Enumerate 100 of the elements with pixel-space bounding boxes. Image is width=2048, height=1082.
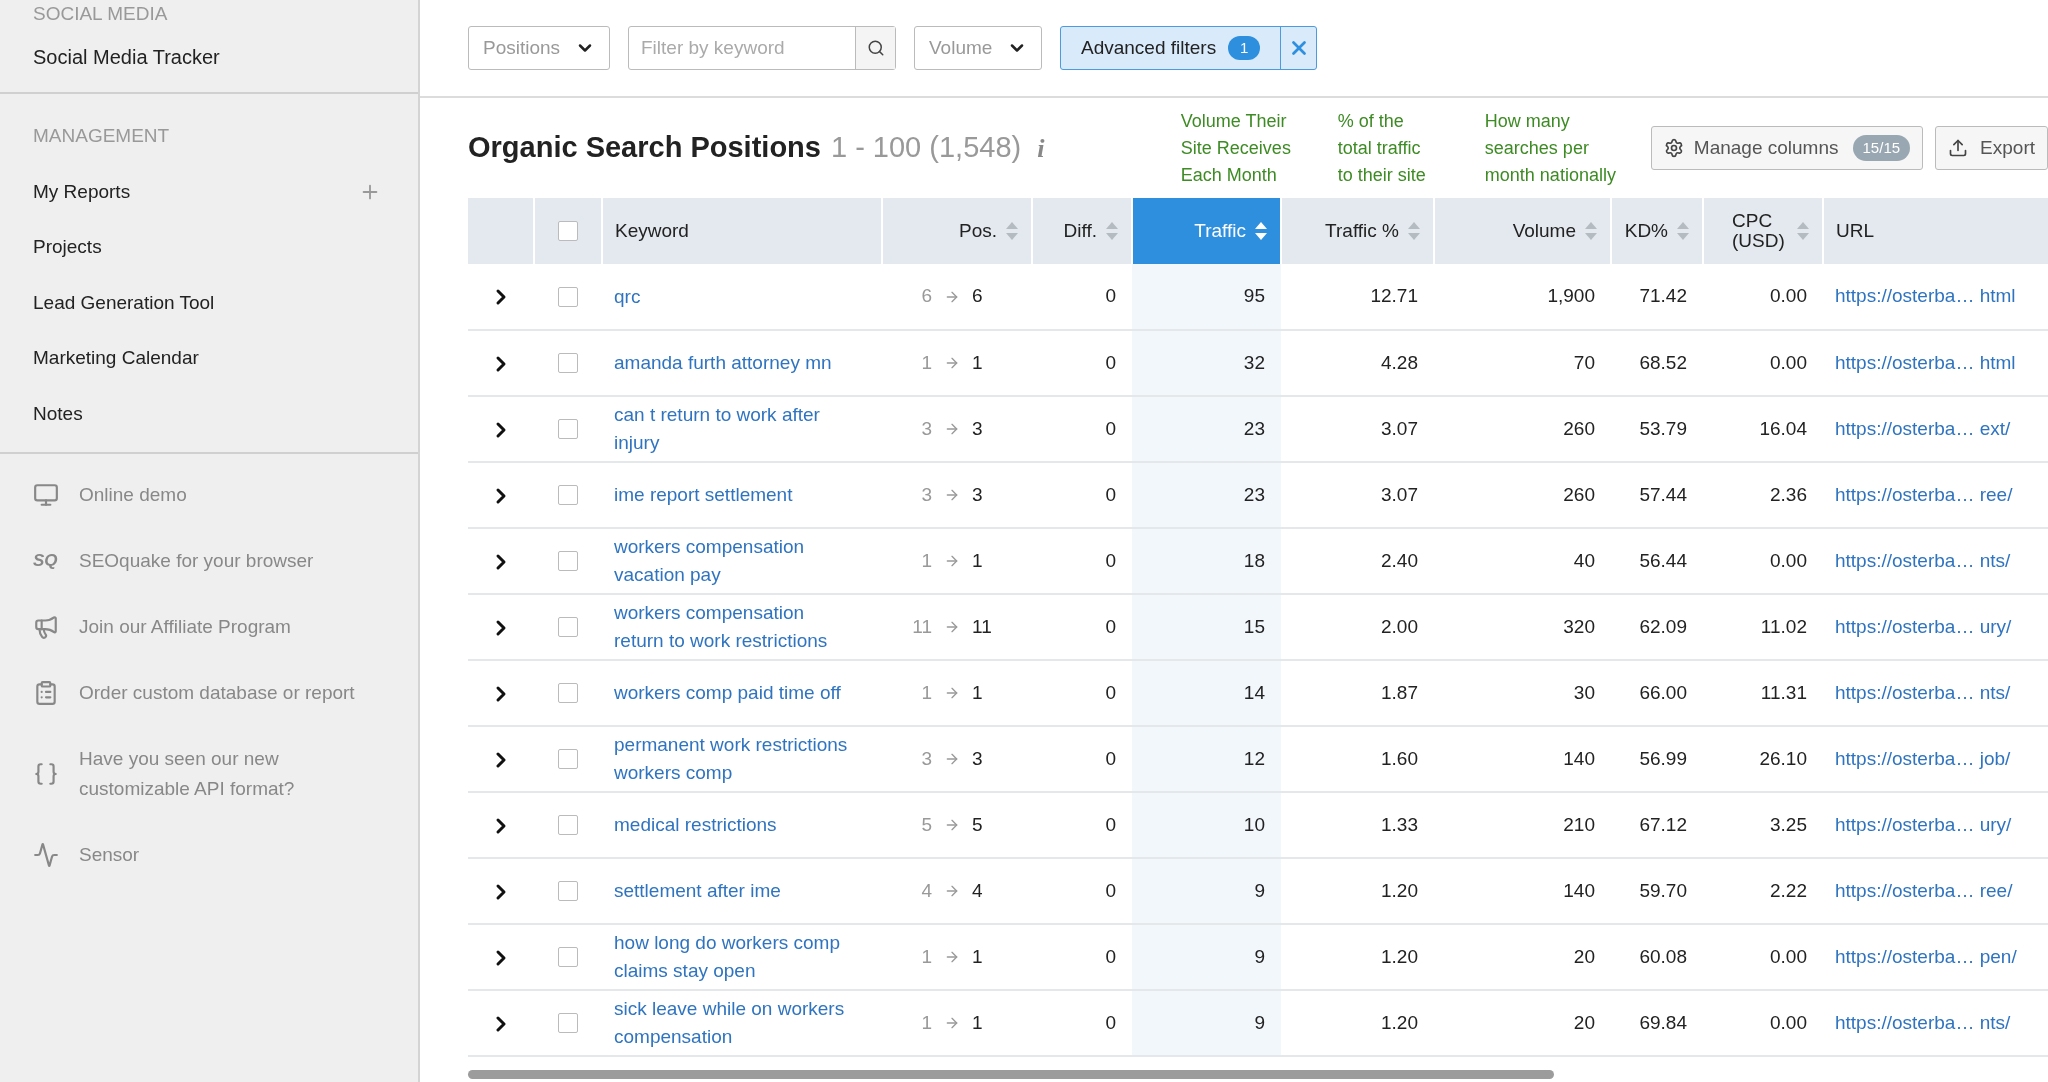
table-cell: 1.87 xyxy=(1381,681,1418,703)
table-cell: 0.00 xyxy=(1770,351,1807,373)
table-cell: 2.40 xyxy=(1381,549,1418,571)
sidebar-item[interactable]: Marketing Calendar xyxy=(33,344,199,373)
export-icon xyxy=(1948,138,1969,158)
previous-position: 11 xyxy=(912,614,932,639)
table-cell: 26.10 xyxy=(1759,747,1807,769)
sidebar-item[interactable]: Social Media Tracker xyxy=(33,42,385,72)
current-position: 4 xyxy=(972,878,984,903)
volume-dropdown[interactable]: Volume xyxy=(914,26,1042,70)
table-cell: 66.00 xyxy=(1639,681,1687,703)
previous-position: 3 xyxy=(921,746,932,771)
sidebar-link[interactable]: SEOquake for your browser xyxy=(79,546,379,576)
export-button[interactable]: Export xyxy=(1935,126,2048,170)
url-link[interactable]: https://osterba… ree/ xyxy=(1835,879,2013,901)
previous-position: 1 xyxy=(921,548,932,573)
row-checkbox[interactable] xyxy=(558,683,578,703)
table-cell: 0 xyxy=(1105,417,1116,439)
column-header[interactable]: Volume xyxy=(1434,198,1611,264)
row-checkbox[interactable] xyxy=(558,947,578,967)
table-cell: 71.42 xyxy=(1639,285,1687,307)
table-cell: 12 xyxy=(1243,747,1265,769)
url-link[interactable]: https://osterba… pen/ xyxy=(1835,945,2017,967)
row-checkbox[interactable] xyxy=(558,617,578,637)
url-link[interactable]: https://osterba… nts/ xyxy=(1835,681,2011,703)
keyword-link[interactable]: medical restrictions xyxy=(614,811,854,839)
sidebar-link[interactable]: Order custom database or report xyxy=(79,678,379,708)
keyword-link[interactable]: ime report settlement xyxy=(614,481,854,509)
sidebar-link[interactable]: Sensor xyxy=(79,840,379,870)
table-cell: 0.00 xyxy=(1770,285,1807,307)
gear-icon xyxy=(1663,138,1684,158)
url-link[interactable]: https://osterba… ree/ xyxy=(1835,483,2013,505)
column-header[interactable]: Traffic % xyxy=(1281,198,1434,264)
row-checkbox[interactable] xyxy=(558,551,578,571)
sidebar-item[interactable]: Lead Generation Tool xyxy=(33,288,215,317)
column-header[interactable]: URL xyxy=(1823,198,2048,264)
column-header[interactable]: Pos. xyxy=(882,198,1032,264)
table-cell: 40 xyxy=(1573,549,1595,571)
column-header[interactable]: Keyword xyxy=(602,198,882,264)
keyword-link[interactable]: workers comp paid time off xyxy=(614,679,854,707)
table-cell: 15 xyxy=(1243,615,1265,637)
keyword-link[interactable]: permanent work restrictions workers comp xyxy=(614,731,854,787)
previous-position: 1 xyxy=(921,350,932,375)
url-link[interactable]: https://osterba… job/ xyxy=(1835,747,2011,769)
row-checkbox[interactable] xyxy=(558,815,578,835)
search-icon xyxy=(866,39,885,57)
row-checkbox[interactable] xyxy=(558,353,578,373)
clipboard-icon xyxy=(33,680,59,706)
table-cell: 4.28 xyxy=(1381,351,1418,373)
url-link[interactable]: https://osterba… nts/ xyxy=(1835,549,2011,571)
info-icon[interactable]: i xyxy=(1037,129,1045,169)
sidebar-item[interactable]: Projects xyxy=(33,233,102,262)
table-cell: 0 xyxy=(1105,285,1116,307)
search-button[interactable] xyxy=(855,27,895,69)
keyword-link[interactable]: workers compensation vacation pay xyxy=(614,533,854,589)
row-checkbox[interactable] xyxy=(558,485,578,505)
row-checkbox[interactable] xyxy=(558,286,578,307)
column-header[interactable]: KD% xyxy=(1611,198,1703,264)
search-field[interactable]: Filter by keyword xyxy=(629,27,855,69)
row-checkbox[interactable] xyxy=(558,749,578,769)
keyword-link[interactable]: amanda furth attorney mn xyxy=(614,349,854,377)
previous-position: 3 xyxy=(921,482,932,507)
column-header[interactable]: CPC (USD) xyxy=(1703,198,1823,264)
positions-dropdown[interactable]: Positions xyxy=(468,26,610,70)
annotation-note: Volume Their Site Receives Each Month xyxy=(1180,109,1292,187)
table-cell: 16.04 xyxy=(1759,417,1807,439)
url-link[interactable]: https://osterba… ext/ xyxy=(1835,417,2011,439)
search-box[interactable]: Filter by keyword xyxy=(628,26,896,70)
keyword-link[interactable]: qrc xyxy=(614,282,854,311)
sidebar-link[interactable]: Join our Affiliate Program xyxy=(79,612,379,642)
table-cell: 140 xyxy=(1563,879,1595,901)
sidebar-link[interactable]: Online demo xyxy=(79,480,379,510)
row-checkbox[interactable] xyxy=(558,419,578,439)
keyword-link[interactable]: can t return to work after injury xyxy=(614,401,854,457)
keyword-link[interactable]: workers compensation return to work restrictions xyxy=(614,599,854,655)
current-position: 6 xyxy=(972,284,984,309)
table-cell: 56.99 xyxy=(1639,747,1687,769)
column-count: 15/15 xyxy=(1852,135,1911,161)
manage-columns-button[interactable]: Manage columns 15/15 xyxy=(1650,126,1924,170)
url-link[interactable]: https://osterba… html xyxy=(1835,285,2016,307)
url-link[interactable]: https://osterba… html xyxy=(1835,351,2016,373)
row-checkbox[interactable] xyxy=(558,1013,578,1033)
keyword-link[interactable]: settlement after ime xyxy=(614,877,854,905)
keyword-link[interactable]: sick leave while on workers compensation xyxy=(614,995,854,1051)
sidebar-item[interactable]: Notes xyxy=(33,399,83,428)
url-link[interactable]: https://osterba… nts/ xyxy=(1835,1011,2011,1033)
current-position: 3 xyxy=(972,746,984,771)
scrollbar-thumb[interactable] xyxy=(468,1070,1554,1079)
row-checkbox[interactable] xyxy=(558,881,578,901)
url-link[interactable]: https://osterba… ury/ xyxy=(1835,615,2012,637)
sidebar-item[interactable]: My Reports xyxy=(33,177,131,206)
page-title: Organic Search Positions xyxy=(468,130,821,166)
sidebar-link[interactable]: Have you seen our new customizable API format? xyxy=(79,744,379,804)
select-all-checkbox[interactable] xyxy=(558,221,578,241)
url-link[interactable]: https://osterba… ury/ xyxy=(1835,813,2012,835)
column-header[interactable]: Traffic xyxy=(1132,198,1281,264)
table-cell: 11.02 xyxy=(1760,615,1807,637)
keyword-link[interactable]: how long do workers comp claims stay open xyxy=(614,929,854,985)
table-cell: 1.60 xyxy=(1381,747,1418,769)
laptop-icon xyxy=(33,482,59,508)
